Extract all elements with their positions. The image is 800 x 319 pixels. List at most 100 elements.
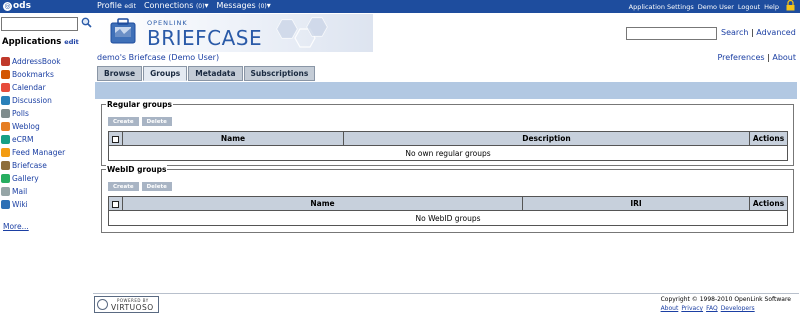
- bookmarks-icon: [1, 70, 10, 79]
- footer-faq-link[interactable]: FAQ: [706, 305, 718, 312]
- regular-groups-section: Regular groups Create Delete Name Descri…: [101, 100, 794, 166]
- regular-groups-table: Name Description Actions No own regular …: [108, 131, 788, 161]
- banner-title: BRIEFCASE: [147, 26, 263, 50]
- mail-icon: [1, 187, 10, 196]
- sidebar-item-addressbook[interactable]: AddressBook: [1, 55, 65, 68]
- ods-logo-icon: ◎: [3, 2, 12, 11]
- prefs-separator: |: [767, 53, 770, 62]
- webid-groups-buttons: Create Delete: [108, 182, 172, 191]
- tab-groups[interactable]: Groups: [143, 66, 188, 81]
- top-right-links: Application Settings Demo User Logout He…: [629, 3, 779, 11]
- sidebar-item-briefcase[interactable]: Briefcase: [1, 159, 65, 172]
- application-list: AddressBook Bookmarks Calendar Discussion Po…: [1, 55, 65, 211]
- select-all-checkbox[interactable]: [112, 200, 119, 208]
- sidebar-item-polls[interactable]: Polls: [1, 107, 65, 120]
- menu-messages[interactable]: Messages (0)▾: [216, 1, 270, 10]
- sidebar-item-label: Calendar: [12, 83, 46, 92]
- sidebar-item-label: Discussion: [12, 96, 52, 105]
- sidebar-item-weblog[interactable]: Weblog: [1, 120, 65, 133]
- table-row: No WebID groups: [108, 210, 788, 226]
- sidebar-item-mail[interactable]: Mail: [1, 185, 65, 198]
- tab-bar: Browse Groups Metadata Subscriptions: [97, 66, 316, 81]
- select-all-checkbox[interactable]: [112, 135, 119, 143]
- table-row: No own regular groups: [108, 145, 788, 161]
- applications-edit-link[interactable]: edit: [64, 38, 78, 46]
- delete-regular-group-button[interactable]: Delete: [141, 117, 172, 126]
- footer-developers-link[interactable]: Developers: [721, 305, 755, 312]
- sidebar-search-input[interactable]: [1, 17, 78, 31]
- discussion-icon: [1, 96, 10, 105]
- polls-icon: [1, 109, 10, 118]
- menu-connections[interactable]: Connections (0)▾: [144, 1, 209, 10]
- menu-connections-label: Connections: [143, 1, 194, 10]
- sidebar-item-discussion[interactable]: Discussion: [1, 94, 65, 107]
- table-header-row: Name Description Actions: [108, 131, 788, 146]
- virtuoso-icon: [97, 299, 108, 310]
- create-webid-group-button[interactable]: Create: [108, 182, 139, 191]
- logout-link[interactable]: Logout: [738, 3, 760, 11]
- sidebar-item-ecrm[interactable]: eCRM: [1, 133, 65, 146]
- column-actions: Actions: [749, 131, 788, 146]
- application-settings-link[interactable]: Application Settings: [629, 3, 694, 11]
- footer-about-link[interactable]: About: [661, 305, 679, 312]
- delete-webid-group-button[interactable]: Delete: [141, 182, 172, 191]
- menu-messages-label: Messages: [216, 1, 256, 10]
- sidebar-item-calendar[interactable]: Calendar: [1, 81, 65, 94]
- empty-message: No own regular groups: [108, 145, 788, 161]
- menu-profile-edit[interactable]: edit: [124, 3, 136, 10]
- sidebar-item-feed-manager[interactable]: Feed Manager: [1, 146, 65, 159]
- powered-by-virtuoso-badge[interactable]: POWERED BY VIRTUOSO: [94, 296, 159, 313]
- top-menu: Profile edit Connections (0)▾ Messages (…: [97, 1, 271, 10]
- search-links: Search | Advanced: [721, 28, 796, 37]
- column-iri[interactable]: IRI: [522, 196, 750, 211]
- sidebar-item-label: Feed Manager: [12, 148, 66, 157]
- sidebar-item-gallery[interactable]: Gallery: [1, 172, 65, 185]
- sidebar-item-wiki[interactable]: Wiki: [1, 198, 65, 211]
- search-icon[interactable]: [81, 17, 92, 28]
- preferences-links: Preferences | About: [717, 53, 796, 62]
- applications-heading: Applications edit: [2, 37, 79, 47]
- search-separator: |: [751, 28, 754, 37]
- owner-user-link[interactable]: (Demo User): [168, 53, 219, 62]
- applications-title: Applications: [2, 37, 62, 47]
- create-regular-group-button[interactable]: Create: [108, 117, 139, 126]
- menu-profile-label: Profile: [97, 1, 122, 10]
- advanced-search-link[interactable]: Advanced: [756, 28, 796, 37]
- footer-copyright: Copyright © 1998-2010 OpenLink Software …: [661, 296, 791, 312]
- table-header-row: Name IRI Actions: [108, 196, 788, 211]
- user-link[interactable]: Demo User: [698, 3, 734, 11]
- select-all-header: [108, 131, 123, 146]
- menu-messages-count: (0): [258, 3, 267, 10]
- tab-metadata[interactable]: Metadata: [188, 66, 243, 81]
- footer-privacy-link[interactable]: Privacy: [681, 305, 703, 312]
- ods-logo[interactable]: ◎ ods: [3, 1, 31, 11]
- sidebar-item-label: Briefcase: [12, 161, 47, 170]
- sidebar-item-label: eCRM: [12, 135, 34, 144]
- webid-groups-title: WebID groups: [106, 165, 168, 174]
- copyright-text: Copyright © 1998-2010 OpenLink Software: [660, 296, 791, 303]
- chevron-down-icon: ▾: [266, 1, 271, 10]
- more-apps-link[interactable]: More...: [3, 222, 29, 231]
- main-search-input[interactable]: [626, 27, 717, 40]
- top-navigation-bar: ◎ ods Profile edit Connections (0)▾ Messa…: [0, 0, 800, 13]
- sidebar-item-label: AddressBook: [12, 57, 61, 66]
- search-link[interactable]: Search: [721, 28, 748, 37]
- help-link[interactable]: Help: [764, 3, 779, 11]
- webid-groups-section: WebID groups Create Delete Name IRI Acti…: [101, 165, 794, 233]
- sidebar-item-bookmarks[interactable]: Bookmarks: [1, 68, 65, 81]
- tab-toolbar-strip: [95, 82, 797, 99]
- sidebar-item-label: Gallery: [12, 174, 39, 183]
- about-link[interactable]: About: [772, 53, 796, 62]
- briefcase-link[interactable]: demo's Briefcase: [97, 53, 166, 62]
- empty-message: No WebID groups: [108, 210, 788, 226]
- tab-subscriptions[interactable]: Subscriptions: [243, 66, 316, 81]
- addressbook-icon: [1, 57, 10, 66]
- menu-profile[interactable]: Profile edit: [97, 1, 136, 10]
- footer-links: About Privacy FAQ Developers: [661, 305, 791, 312]
- column-description[interactable]: Description: [343, 131, 750, 146]
- column-name[interactable]: Name: [122, 196, 523, 211]
- tab-browse[interactable]: Browse: [97, 66, 143, 81]
- feed-icon: [1, 148, 10, 157]
- preferences-link[interactable]: Preferences: [717, 53, 764, 62]
- column-name[interactable]: Name: [122, 131, 344, 146]
